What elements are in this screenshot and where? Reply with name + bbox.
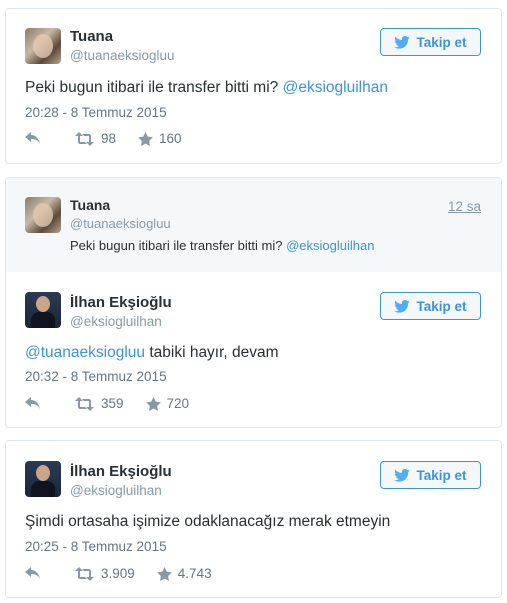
follow-label: Takip et [416, 34, 467, 50]
tweet-actions: 359 720 [25, 396, 209, 411]
retweet-icon [75, 566, 94, 581]
twitter-bird-icon [394, 468, 411, 482]
favorite-count: 4.743 [177, 566, 212, 581]
avatar[interactable] [25, 197, 61, 233]
star-icon [145, 396, 161, 411]
user-name[interactable]: İlhan Ekşioğlu [70, 463, 172, 480]
reply-icon [25, 131, 40, 144]
reply-context[interactable]: Tuana @tuanaeksiogluu 12 sa Peki bugun i… [6, 178, 501, 272]
avatar[interactable] [25, 461, 61, 497]
mention-link[interactable]: @tuanaeksiogluu [25, 344, 145, 361]
retweet-count: 3.909 [101, 566, 135, 581]
follow-button[interactable]: Takip et [380, 292, 481, 320]
favorite-button[interactable]: 160 [138, 131, 182, 146]
follow-label: Takip et [416, 467, 467, 483]
tweet-timestamp[interactable]: 20:32 - 8 Temmuz 2015 [25, 369, 167, 384]
retweet-button[interactable]: 359 [75, 396, 124, 411]
follow-label: Takip et [416, 298, 467, 314]
tweet-text: Şimdi ortasaha işimize odaklanacağız mer… [25, 513, 390, 531]
tweet-actions: 3.909 4.743 [25, 566, 232, 581]
avatar[interactable] [25, 292, 61, 328]
tweet-timestamp[interactable]: 20:28 - 8 Temmuz 2015 [25, 105, 167, 120]
favorite-button[interactable]: 4.743 [156, 566, 212, 581]
retweet-button[interactable]: 3.909 [75, 566, 135, 581]
reply-button[interactable] [25, 131, 41, 146]
relative-time[interactable]: 12 sa [448, 199, 481, 214]
mention-link[interactable]: @eksiogluilhan [286, 238, 374, 253]
retweet-icon [75, 131, 94, 146]
tweet-timestamp[interactable]: 20:25 - 8 Temmuz 2015 [25, 539, 167, 554]
retweet-button[interactable]: 98 [75, 131, 116, 146]
star-icon [156, 566, 172, 581]
user-name[interactable]: Tuana [70, 197, 110, 213]
reply-button[interactable] [25, 566, 41, 581]
favorite-count: 160 [159, 131, 182, 146]
tweet-actions: 98 160 [25, 131, 202, 146]
follow-button[interactable]: Takip et [380, 28, 481, 56]
user-handle[interactable]: @tuanaeksiogluu [70, 216, 171, 231]
tweet-text-body: Peki bugun itibari ile transfer bitti mi… [70, 238, 283, 253]
favorite-count: 720 [166, 396, 190, 411]
reply-icon [25, 566, 40, 579]
twitter-bird-icon [394, 35, 411, 49]
reply-button[interactable] [25, 396, 41, 411]
retweet-icon [75, 396, 94, 411]
star-icon [138, 131, 153, 146]
tweet-card-2: Tuana @tuanaeksiogluu 12 sa Peki bugun i… [5, 177, 502, 428]
tweet-text-body: tabiki hayır, devam [149, 344, 279, 361]
user-handle[interactable]: @eksiogluilhan [70, 314, 162, 329]
follow-button[interactable]: Takip et [380, 461, 481, 489]
tweet-text-body: Peki bugun itibari ile transfer bitti mi… [25, 79, 279, 96]
retweet-count: 359 [101, 396, 124, 411]
mention-link[interactable]: @eksiogluilhan [283, 79, 388, 96]
tweet-card-3: İlhan Ekşioğlu @eksiogluilhan Takip et Ş… [5, 440, 502, 598]
user-name[interactable]: İlhan Ekşioğlu [70, 294, 172, 311]
tweet-text-body: Şimdi ortasaha işimize odaklanacağız mer… [25, 513, 391, 530]
twitter-bird-icon [394, 299, 411, 313]
user-handle[interactable]: @tuanaeksiogluu [70, 48, 175, 63]
retweet-count: 98 [101, 131, 117, 146]
reply-icon [25, 396, 40, 409]
tweet-text: Peki bugun itibari ile transfer bitti mi… [25, 79, 388, 97]
favorite-button[interactable]: 720 [145, 396, 190, 411]
tweet-text: @tuanaeksiogluu tabiki hayır, devam [25, 344, 279, 362]
avatar[interactable] [25, 28, 61, 64]
tweet-card-1: Tuana @tuanaeksiogluu Takip et Peki bugu… [5, 8, 502, 164]
reply-context-text: Peki bugun itibari ile transfer bitti mi… [70, 238, 374, 253]
user-name[interactable]: Tuana [70, 28, 113, 45]
user-handle[interactable]: @eksiogluilhan [70, 483, 162, 498]
